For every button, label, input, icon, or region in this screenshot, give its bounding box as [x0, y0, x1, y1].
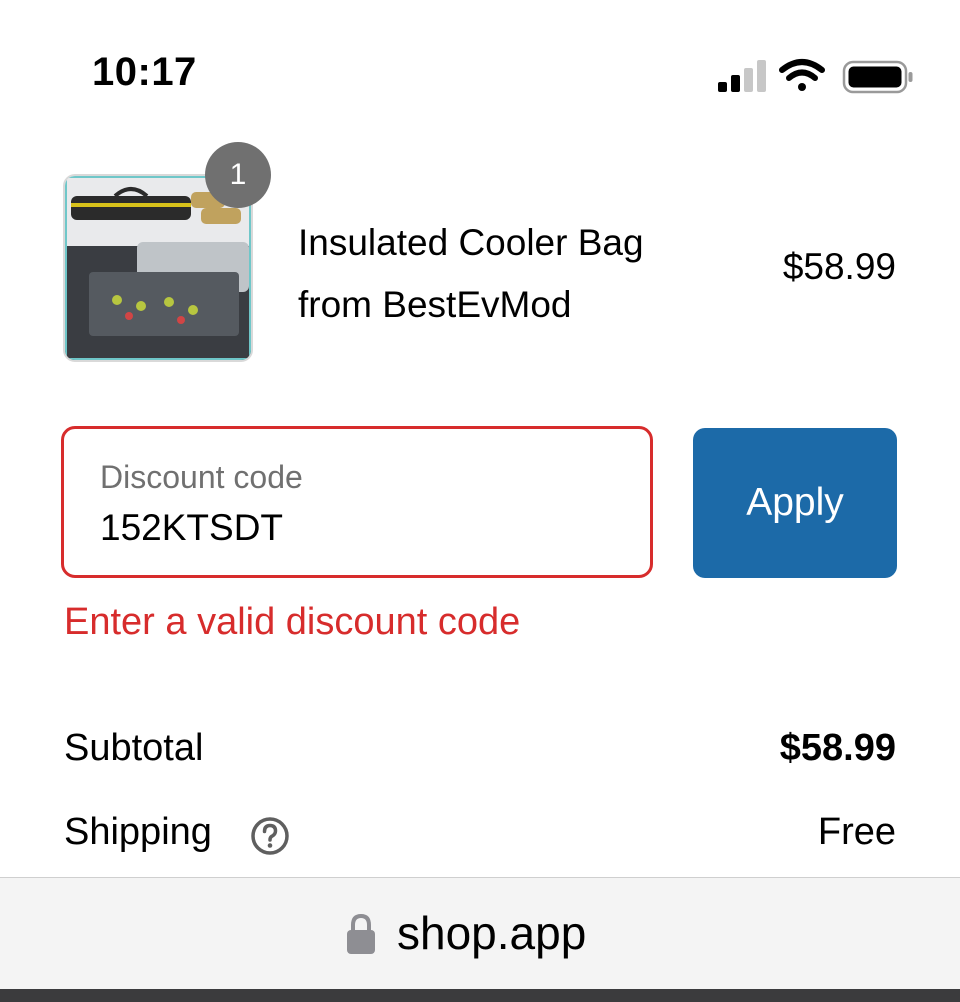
discount-code-input[interactable] — [100, 507, 600, 549]
apply-button[interactable]: Apply — [693, 428, 897, 578]
shipping-label: Shipping — [64, 811, 212, 853]
shipping-value: Free — [817, 811, 896, 853]
wifi-icon — [779, 59, 825, 91]
battery-icon — [842, 60, 913, 94]
bottom-strip — [0, 989, 960, 1002]
signal-icon — [718, 60, 766, 92]
product-price: $58.99 — [782, 246, 896, 287]
discount-code-label: Discount code — [100, 459, 303, 495]
subtotal-value: $58.99 — [779, 727, 896, 769]
discount-error-message: Enter a valid discount code — [64, 601, 521, 643]
subtotal-label: Subtotal — [64, 727, 204, 769]
quantity-badge: 1 — [205, 142, 271, 208]
url-text[interactable]: shop.app — [397, 906, 586, 960]
status-time: 10:17 — [92, 50, 197, 94]
status-icons — [718, 59, 913, 94]
product-name: Insulated Cooler Bag from BestEvMod — [298, 222, 644, 325]
discount-code-field[interactable]: Discount code — [61, 426, 653, 578]
help-icon[interactable] — [250, 816, 290, 856]
lock-icon — [347, 913, 375, 954]
